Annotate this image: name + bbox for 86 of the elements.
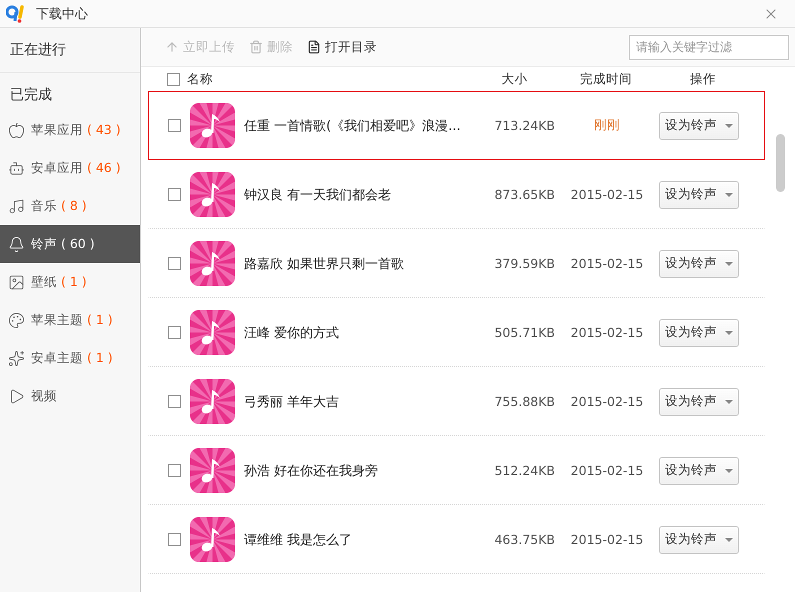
song-name: 路嘉欣 如果世界只剩一首歌	[244, 256, 406, 272]
column-header: 操作	[689, 70, 717, 88]
sidebar-item[interactable]: 铃声 ( 60 )	[0, 225, 140, 263]
sidebar-item-label: 铃声 ( 60 )	[31, 236, 95, 252]
sidebar-item-label: 音乐 ( 8 )	[31, 198, 87, 214]
caret-icon	[725, 262, 733, 266]
completion-time: 2015-02-15	[570, 394, 644, 409]
caret-icon	[725, 538, 733, 542]
palette-icon	[8, 312, 25, 328]
row-checkbox[interactable]	[168, 257, 181, 270]
trash-icon	[249, 40, 263, 54]
select-all-checkbox[interactable]	[167, 72, 180, 86]
completion-time: 2015-02-15	[570, 187, 644, 202]
sidebar-section-label[interactable]: 正在进行	[0, 28, 140, 73]
picture-icon	[8, 274, 25, 290]
document-icon	[307, 40, 321, 54]
sidebar-item[interactable]: 安卓主题 ( 1 )	[0, 339, 140, 377]
music-app-icon	[190, 103, 235, 148]
completion-time: 刚刚	[593, 117, 621, 134]
scrollbar-thumb[interactable]	[776, 134, 785, 192]
song-name: 汪峰 爱你的方式	[244, 324, 340, 342]
completion-time: 2015-02-15	[570, 532, 644, 547]
search-field[interactable]: 请输入关键字过滤	[629, 34, 789, 60]
completion-time: 2015-02-15	[570, 463, 644, 478]
song-name: 孙浩 好在你还在我身旁	[244, 462, 380, 480]
row-checkbox[interactable]	[168, 188, 181, 201]
song-name: 钟汉良 有一天我们都会老	[244, 186, 392, 204]
caret-icon	[725, 192, 733, 196]
sidebar-item[interactable]: 苹果主题 ( 1 )	[0, 301, 140, 339]
caret-icon	[725, 468, 733, 472]
music-app-icon	[190, 241, 235, 286]
music-app-icon	[190, 448, 235, 493]
play-icon	[8, 388, 25, 404]
sidebar-section-label: 已完成	[9, 86, 53, 105]
robot-icon	[8, 160, 25, 176]
caret-icon	[725, 400, 733, 404]
sidebar-item-label: 苹果应用 ( 43 )	[31, 122, 121, 138]
file-size: 505.71KB	[493, 325, 555, 340]
file-size: 463.75KB	[493, 532, 555, 547]
sidebar-item[interactable]: 视频	[0, 377, 140, 415]
toolbar-button[interactable]: 打开目录	[307, 38, 377, 56]
song-name: 弓秀丽 羊年大吉	[244, 394, 340, 410]
column-header: 大小	[500, 70, 528, 88]
row-checkbox[interactable]	[168, 464, 181, 477]
set-ringtone-button[interactable]: 设为铃声	[659, 456, 739, 484]
sidebar-item-label: 视频	[31, 388, 57, 404]
music-app-icon	[190, 172, 235, 217]
set-ringtone-button[interactable]: 设为铃声	[659, 388, 739, 416]
music-app-icon	[190, 379, 235, 424]
set-ringtone-button[interactable]: 设为铃声	[659, 526, 739, 554]
file-size: 873.65KB	[493, 187, 555, 202]
completion-time: 2015-02-15	[570, 256, 644, 271]
set-ringtone-button[interactable]: 设为铃声	[659, 318, 739, 346]
set-ringtone-button[interactable]: 设为铃声	[659, 250, 739, 278]
file-size: 379.59KB	[493, 256, 555, 271]
music-app-icon	[190, 310, 235, 355]
completion-time: 2015-02-15	[570, 325, 644, 340]
song-name: 任重 一首情歌(《我们相爱吧》浪漫...	[244, 118, 462, 134]
file-size: 512.24KB	[493, 463, 555, 478]
column-header: 完成时间	[579, 70, 633, 88]
row-checkbox[interactable]	[168, 119, 181, 132]
caret-icon	[725, 124, 733, 128]
sidebar-item-label: 安卓应用 ( 46 )	[31, 160, 121, 176]
sidebar-item[interactable]: 苹果应用 ( 43 )	[0, 111, 140, 149]
music-note-icon	[8, 198, 25, 214]
caret-icon	[725, 330, 733, 334]
set-ringtone-button[interactable]: 设为铃声	[659, 180, 739, 208]
sidebar-item-label: 安卓主题 ( 1 )	[31, 350, 113, 366]
file-size: 713.24KB	[493, 118, 555, 133]
music-app-icon	[190, 517, 235, 562]
bell-icon	[8, 236, 25, 252]
sidebar-item[interactable]: 安卓应用 ( 46 )	[0, 149, 140, 187]
song-name: 谭维维 我是怎么了	[244, 532, 354, 548]
file-size: 755.88KB	[493, 394, 555, 409]
row-checkbox[interactable]	[168, 533, 181, 546]
row-checkbox[interactable]	[168, 395, 181, 408]
row-checkbox[interactable]	[168, 326, 181, 339]
window-title: 下载中心	[36, 6, 89, 22]
set-ringtone-button[interactable]: 设为铃声	[659, 112, 739, 140]
sidebar-item-label: 壁纸 ( 1 )	[31, 274, 87, 290]
sidebar-item[interactable]: 壁纸 ( 1 )	[0, 263, 140, 301]
sparkle-icon	[8, 350, 25, 366]
sidebar-item[interactable]: 音乐 ( 8 )	[0, 187, 140, 225]
column-header: 名称	[187, 70, 214, 88]
sidebar-item-label: 苹果主题 ( 1 )	[31, 312, 113, 328]
apple-icon	[8, 122, 25, 138]
